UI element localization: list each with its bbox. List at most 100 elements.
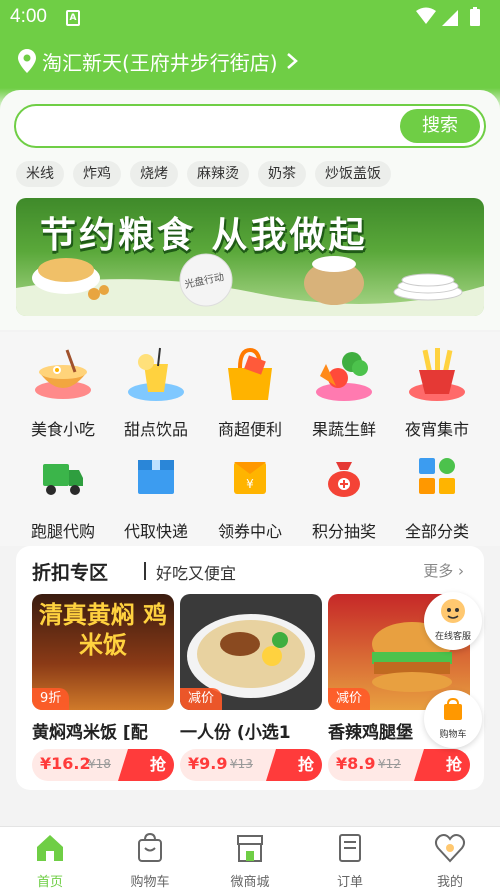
discount-badge: 减价 [180, 688, 223, 710]
tab-label: 我的 [436, 875, 463, 888]
category-coupons[interactable]: ¥ 领券中心 [203, 452, 297, 542]
floating-cart-button[interactable]: 购物车 [424, 690, 482, 748]
product-name: 一人份 (小选1 [180, 723, 291, 743]
category-all[interactable]: 全部分类 [390, 452, 484, 542]
category-label: 美食小吃 [30, 420, 95, 439]
price-bar: ¥16.2 ¥18 抢 [32, 749, 174, 781]
location-name: 淘汇新天(王府井步行街店) [42, 50, 278, 75]
section-title: 折扣专区 [32, 562, 109, 584]
fries-icon [409, 348, 465, 401]
signal-icon [442, 10, 458, 26]
vegetables-icon [316, 352, 372, 401]
online-service-label: 在线客服 [434, 632, 471, 642]
price-bar: ¥8.9 ¥12 抢 [328, 749, 470, 781]
sale-price: ¥9.9 [188, 754, 228, 773]
product-card[interactable]: 减价 一人份 (小选1 ¥9.9 ¥13 抢 [180, 594, 322, 781]
category-produce[interactable]: 果蔬生鲜 [297, 342, 391, 440]
grab-button[interactable]: 抢 [414, 749, 470, 781]
floating-cart-label: 购物车 [439, 730, 467, 740]
category-label: 全部分类 [404, 522, 469, 541]
quick-tag[interactable]: 烧烤 [130, 161, 178, 187]
package-box-icon [138, 460, 174, 494]
tab-cart[interactable]: 购物车 [100, 827, 200, 888]
category-label: 领券中心 [217, 522, 282, 541]
system-icons [416, 7, 480, 26]
svg-text:¥: ¥ [246, 477, 254, 491]
tab-profile[interactable]: 我的 [400, 827, 500, 888]
tab-mall[interactable]: 微商城 [200, 827, 300, 888]
grid-icon [419, 458, 455, 494]
online-service-button[interactable]: 在线客服 [424, 592, 482, 650]
coupon-icon: ¥ [234, 462, 266, 494]
quick-tag[interactable]: 麻辣烫 [187, 161, 249, 187]
product-card[interactable]: 清真黄焖 鸡米饭 9折 黄焖鸡米饭 [配 ¥16.2 ¥18 抢 [32, 594, 174, 781]
category-label: 夜宵集市 [404, 420, 469, 439]
search-bar: 搜索 [14, 104, 486, 148]
sale-price: ¥16.2 [40, 754, 91, 773]
category-grid: 美食小吃 甜点饮品 商超便利 果蔬生鲜 夜宵集市 跑腿代购 代取快递 ¥ 领券中… [0, 332, 500, 546]
quick-tag[interactable]: 炸鸡 [73, 161, 121, 187]
product-image: 减价 [180, 594, 322, 710]
tab-label: 订单 [336, 875, 363, 888]
banner-headline: 节约粮食 从我做起 [40, 215, 368, 256]
category-parcel[interactable]: 代取快递 [109, 452, 203, 542]
category-errand[interactable]: 跑腿代购 [16, 452, 110, 542]
category-food[interactable]: 美食小吃 [16, 342, 110, 440]
status-time: 4:00 [10, 6, 47, 27]
notification-icon: A [66, 10, 80, 26]
sale-price: ¥8.9 [336, 754, 376, 773]
category-drinks[interactable]: 甜点饮品 [109, 342, 203, 440]
lucky-bag-icon [328, 462, 360, 497]
status-bar: 4:00 A [0, 0, 500, 36]
category-label: 商超便利 [217, 420, 282, 439]
price-bar: ¥9.9 ¥13 抢 [180, 749, 322, 781]
bottom-tab-bar: 首页 购物车 微商城 订单 我的 [0, 826, 500, 888]
original-price: ¥18 [88, 757, 111, 771]
category-label: 跑腿代购 [30, 522, 95, 541]
store-icon [237, 835, 263, 862]
cart-icon [444, 697, 462, 720]
section-subtitle: 好吃又便宜 [156, 564, 237, 583]
tab-label: 购物车 [130, 875, 170, 888]
quick-tag[interactable]: 奶茶 [258, 161, 306, 187]
product-image: 清真黄焖 鸡米饭 9折 [32, 594, 174, 710]
grab-button[interactable]: 抢 [118, 749, 174, 781]
shopping-bag-icon [138, 832, 162, 862]
promo-banner[interactable]: 节约粮食 从我做起 光盘行动 [16, 198, 484, 316]
chevron-right-icon: › [458, 562, 464, 580]
category-label: 甜点饮品 [123, 420, 188, 439]
search-button[interactable]: 搜索 [400, 109, 480, 143]
tab-orders[interactable]: 订单 [300, 827, 400, 888]
profile-heart-icon [434, 834, 466, 863]
tab-home[interactable]: 首页 [0, 827, 100, 888]
drink-icon [128, 347, 184, 401]
category-market[interactable]: 商超便利 [203, 342, 297, 440]
tab-label: 微商城 [230, 875, 270, 888]
search-input[interactable] [30, 114, 390, 138]
product-image-text: 清真黄焖 鸡米饭 [38, 601, 168, 659]
home-icon [37, 835, 63, 861]
original-price: ¥13 [230, 757, 253, 771]
quick-tag[interactable]: 炒饭盖饭 [315, 161, 391, 187]
tab-label: 首页 [36, 875, 63, 888]
category-label: 果蔬生鲜 [311, 420, 376, 439]
quick-tag[interactable]: 米线 [16, 161, 64, 187]
discount-badge: 9折 [32, 688, 70, 710]
grab-button[interactable]: 抢 [266, 749, 322, 781]
quick-tags: 米线 炸鸡 烧烤 麻辣烫 奶茶 炒饭盖饭 [16, 161, 391, 187]
original-price: ¥12 [378, 757, 401, 771]
category-lottery[interactable]: 积分抽奖 [297, 452, 391, 542]
title-divider [144, 562, 146, 580]
more-link[interactable]: 更多 › [423, 560, 464, 581]
category-label: 代取快递 [123, 522, 188, 541]
product-name: 黄焖鸡米饭 [配 [32, 723, 148, 743]
category-night-market[interactable]: 夜宵集市 [390, 342, 484, 440]
more-label: 更多 [423, 562, 454, 580]
discount-badge: 减价 [328, 688, 371, 710]
shopping-bag-icon [228, 347, 272, 400]
battery-icon [470, 9, 480, 26]
wifi-icon [416, 7, 436, 24]
delivery-truck-icon [43, 464, 83, 495]
order-list-icon [339, 834, 361, 862]
location-selector[interactable]: 淘汇新天(王府井步行街店) [18, 44, 298, 78]
